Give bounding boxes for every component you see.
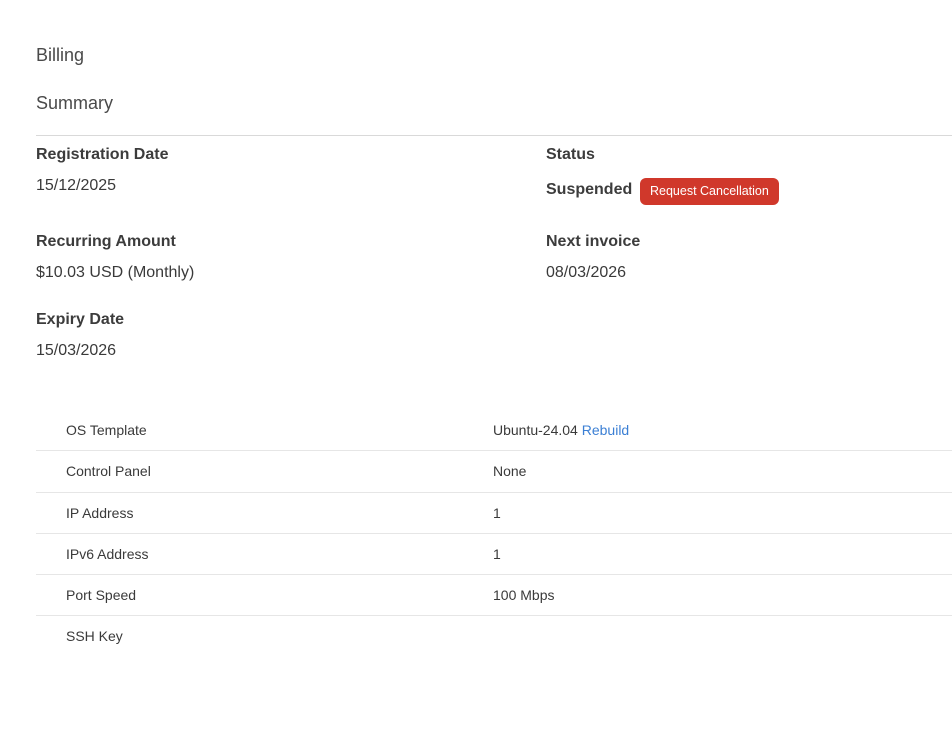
table-row-os-template: OS Template Ubuntu-24.04 Rebuild: [36, 410, 952, 452]
summary-divider: [36, 135, 952, 136]
next-invoice-value: 08/03/2026: [546, 264, 627, 281]
spec-value: 100 Mbps: [493, 587, 555, 604]
spec-label: IP Address: [66, 504, 134, 521]
expiry-date-label: Expiry Date: [36, 311, 125, 328]
table-row-ssh-key: SSH Key: [36, 616, 952, 657]
billing-page: Billing Summary Registration Date 15/12/…: [0, 0, 952, 748]
billing-title: Billing: [36, 45, 85, 65]
recurring-amount-value: $10.03 USD (Monthly): [36, 264, 195, 281]
spec-label: OS Template: [66, 422, 147, 438]
spec-label: Control Panel: [66, 463, 151, 480]
status-value: Suspended: [546, 181, 633, 198]
spec-value: 1: [493, 545, 501, 562]
registration-date-value: 15/12/2025: [36, 177, 117, 194]
spec-value: None: [493, 463, 527, 480]
table-row-ip-address: IP Address 1: [36, 493, 952, 534]
server-specs-table: OS Template Ubuntu-24.04 Rebuild Control…: [36, 410, 952, 658]
recurring-amount-label: Recurring Amount: [36, 233, 176, 250]
spec-label: IPv6 Address: [66, 545, 149, 562]
table-row-control-panel: Control Panel None: [36, 451, 952, 493]
os-template-value: Ubuntu-24.04: [493, 422, 578, 438]
expiry-date-value: 15/03/2026: [36, 342, 117, 359]
spec-value: Ubuntu-24.04 Rebuild: [493, 422, 629, 438]
registration-date-label: Registration Date: [36, 146, 169, 163]
next-invoice-label: Next invoice: [546, 233, 641, 250]
request-cancellation-button[interactable]: Request Cancellation: [640, 178, 779, 205]
spec-label: Port Speed: [66, 587, 137, 604]
status-label: Status: [546, 146, 595, 163]
summary-title: Summary: [36, 93, 114, 113]
table-row-ipv6-address: IPv6 Address 1: [36, 534, 952, 576]
table-row-port-speed: Port Speed 100 Mbps: [36, 575, 952, 617]
spec-value: 1: [493, 504, 501, 521]
spec-label: SSH Key: [66, 628, 123, 645]
rebuild-link[interactable]: Rebuild: [582, 422, 629, 438]
